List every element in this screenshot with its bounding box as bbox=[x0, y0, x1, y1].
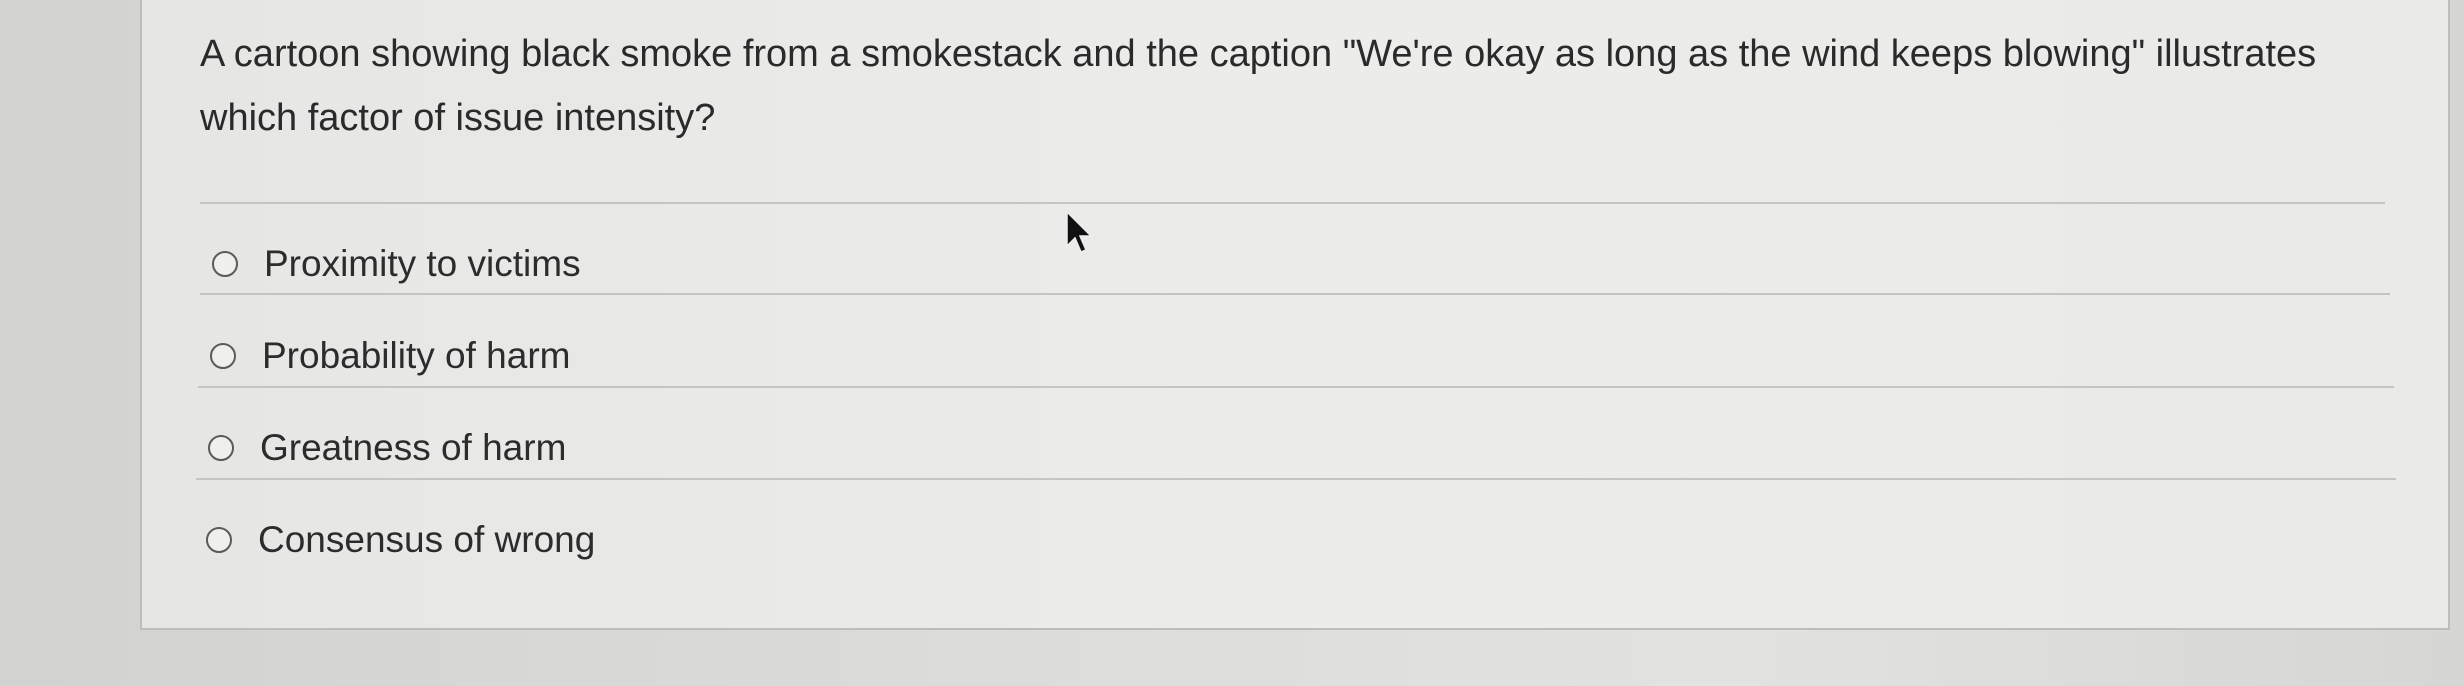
answer-divider bbox=[198, 386, 2394, 388]
answer-label: Probability of harm bbox=[262, 335, 571, 376]
mouse-pointer-icon bbox=[1066, 210, 1093, 253]
answer-option-consensus-of-wrong[interactable]: Consensus of wrong bbox=[206, 510, 595, 570]
radio-unselected-icon[interactable] bbox=[208, 435, 234, 461]
answer-divider bbox=[196, 478, 2396, 480]
answer-label: Proximity to victims bbox=[264, 243, 581, 284]
answer-option-probability-of-harm[interactable]: Probability of harm bbox=[210, 326, 570, 386]
radio-unselected-icon[interactable] bbox=[206, 527, 232, 553]
answer-divider bbox=[200, 293, 2390, 295]
radio-unselected-icon[interactable] bbox=[212, 251, 238, 277]
answer-option-greatness-of-harm[interactable]: Greatness of harm bbox=[208, 418, 566, 478]
answer-label: Greatness of harm bbox=[260, 427, 567, 468]
answer-list: Proximity to victims Probability of harm… bbox=[0, 0, 2464, 686]
radio-unselected-icon[interactable] bbox=[210, 343, 236, 369]
answer-label: Consensus of wrong bbox=[258, 519, 596, 560]
answer-option-proximity-to-victims[interactable]: Proximity to victims bbox=[212, 234, 581, 294]
